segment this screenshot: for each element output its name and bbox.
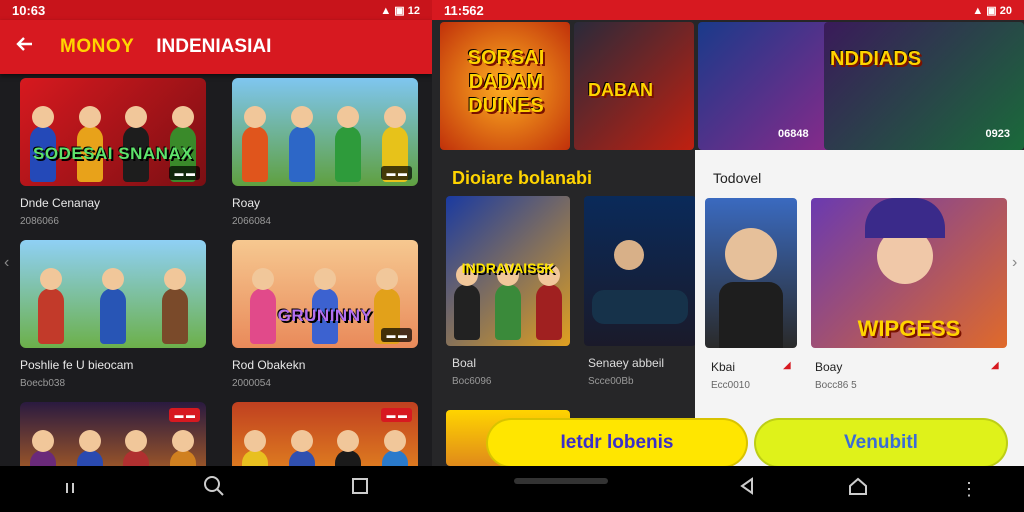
game-card[interactable]: ▬ ▬ Roay 2066084 [232,78,418,227]
game-thumbnail [20,240,206,348]
pin-icon: ◢ [783,360,791,371]
hero-banner[interactable]: SORSAI DADAM DUINES DABAN 06848 NDDIADS … [440,22,1024,150]
game-meta: Boc6096 [452,376,492,387]
game-title: Boay [815,360,843,374]
game-meta: Bocc86 5 [815,380,857,391]
thumbnail-title: GRUNINNY [277,306,373,325]
panel-title: Todovel [713,170,762,186]
status-bar: 10:63 ▲ ▣ 12 [0,0,432,20]
hero-title: NDDIADS [830,48,922,70]
badge: ▬ ▬ [381,166,412,180]
game-thumbnail[interactable] [705,198,797,348]
app-bar: MONOY INDENIASIAI [0,20,432,74]
secondary-button[interactable]: Venubitl [754,418,1008,468]
page-title: INDENIASIAI [156,36,272,57]
status-bar: 11:562 ▲ ▣ 20 [432,0,1024,20]
left-screen: 10:63 ▲ ▣ 12 MONOY INDENIASIAI ‹ SODESAI… [0,0,432,512]
game-meta: 2066084 [232,216,271,227]
search-icon[interactable] [203,475,225,503]
hero-tile[interactable]: DABAN [574,22,694,150]
hero-tile[interactable]: 06848 [698,22,838,150]
game-title: Poshlie fe U bieocam [20,358,134,372]
status-icons: ▲ ▣ 12 [380,4,420,17]
chevron-right-icon[interactable]: › [1012,254,1017,272]
game-meta: Ecc0010 [711,380,750,391]
status-time: 11:562 [444,2,484,18]
recents-icon[interactable] [63,478,77,501]
game-thumbnail: SODESAI SNANAX ▬ ▬ [20,78,206,186]
game-meta: Scce00Bb [588,376,634,387]
game-card[interactable]: SODESAI SNANAX ▬ ▬ Dnde Cenanay 2086066 [20,78,206,227]
game-meta: Boecb038 [20,378,66,389]
system-nav-bar [0,466,432,512]
badge: ▬ ▬ [169,408,200,422]
game-meta: 2086066 [20,216,59,227]
game-thumbnail: GRUNINNY ▬ ▬ [232,240,418,348]
status-icons: ▲ ▣ 20 [972,4,1012,17]
thumbnail-title: SODESAI SNANAX [32,144,194,163]
status-time: 10:63 [12,2,46,18]
game-title: Dnde Cenanay [20,196,101,210]
badge: ▬ ▬ [381,408,412,422]
overview-icon[interactable] [351,477,369,501]
game-thumbnail[interactable] [584,196,696,346]
game-card[interactable]: GRUNINNY ▬ ▬ Rod Obakekn 2000054 [232,240,418,389]
home-icon[interactable] [848,476,868,502]
game-title: Roay [232,196,261,210]
hero-count: 06848 [778,128,809,140]
hero-count: 0923 [985,128,1010,140]
game-thumbnail: ▬ ▬ [232,78,418,186]
brand-logo: MONOY [60,36,135,57]
right-screen: 11:562 ▲ ▣ 20 SORSAI DADAM DUINES DABAN … [432,0,1024,512]
arrow-left-icon[interactable] [14,34,48,60]
game-title: Kbai [711,360,736,374]
game-title: Rod Obakekn [232,358,306,372]
hero-title: SORSAI DADAM DUINES [467,47,545,117]
system-nav-bar: ⋮ [432,466,1024,512]
badge: ▬ ▬ [381,328,412,342]
pin-icon: ◢ [991,360,999,371]
thumbnail-title: INDRAVAIS5K [461,260,555,276]
primary-button[interactable]: Ietdr lobenis [486,418,748,468]
chevron-left-icon[interactable]: ‹ [4,254,9,272]
gesture-handle[interactable] [514,478,608,484]
game-meta: 2000054 [232,378,271,389]
game-thumbnail[interactable]: WIPGESS [811,198,1007,348]
section-title: Dioiare bolanabi [452,168,593,188]
thumbnail-title: WIPGESS [857,316,961,341]
more-vert-icon[interactable]: ⋮ [960,479,978,500]
back-icon[interactable] [738,477,756,501]
hero-tile[interactable]: NDDIADS 0923 [824,22,1024,150]
badge: ▬ ▬ [169,166,200,180]
game-title: Senaey abbeil [588,356,665,370]
game-title: Boal [452,356,477,370]
game-thumbnail[interactable]: INDRAVAIS5K [446,196,570,346]
hero-title: DABAN [588,80,653,100]
game-card[interactable]: Poshlie fe U bieocam Boecb038 [20,240,206,389]
hero-tile[interactable]: SORSAI DADAM DUINES [440,22,570,150]
